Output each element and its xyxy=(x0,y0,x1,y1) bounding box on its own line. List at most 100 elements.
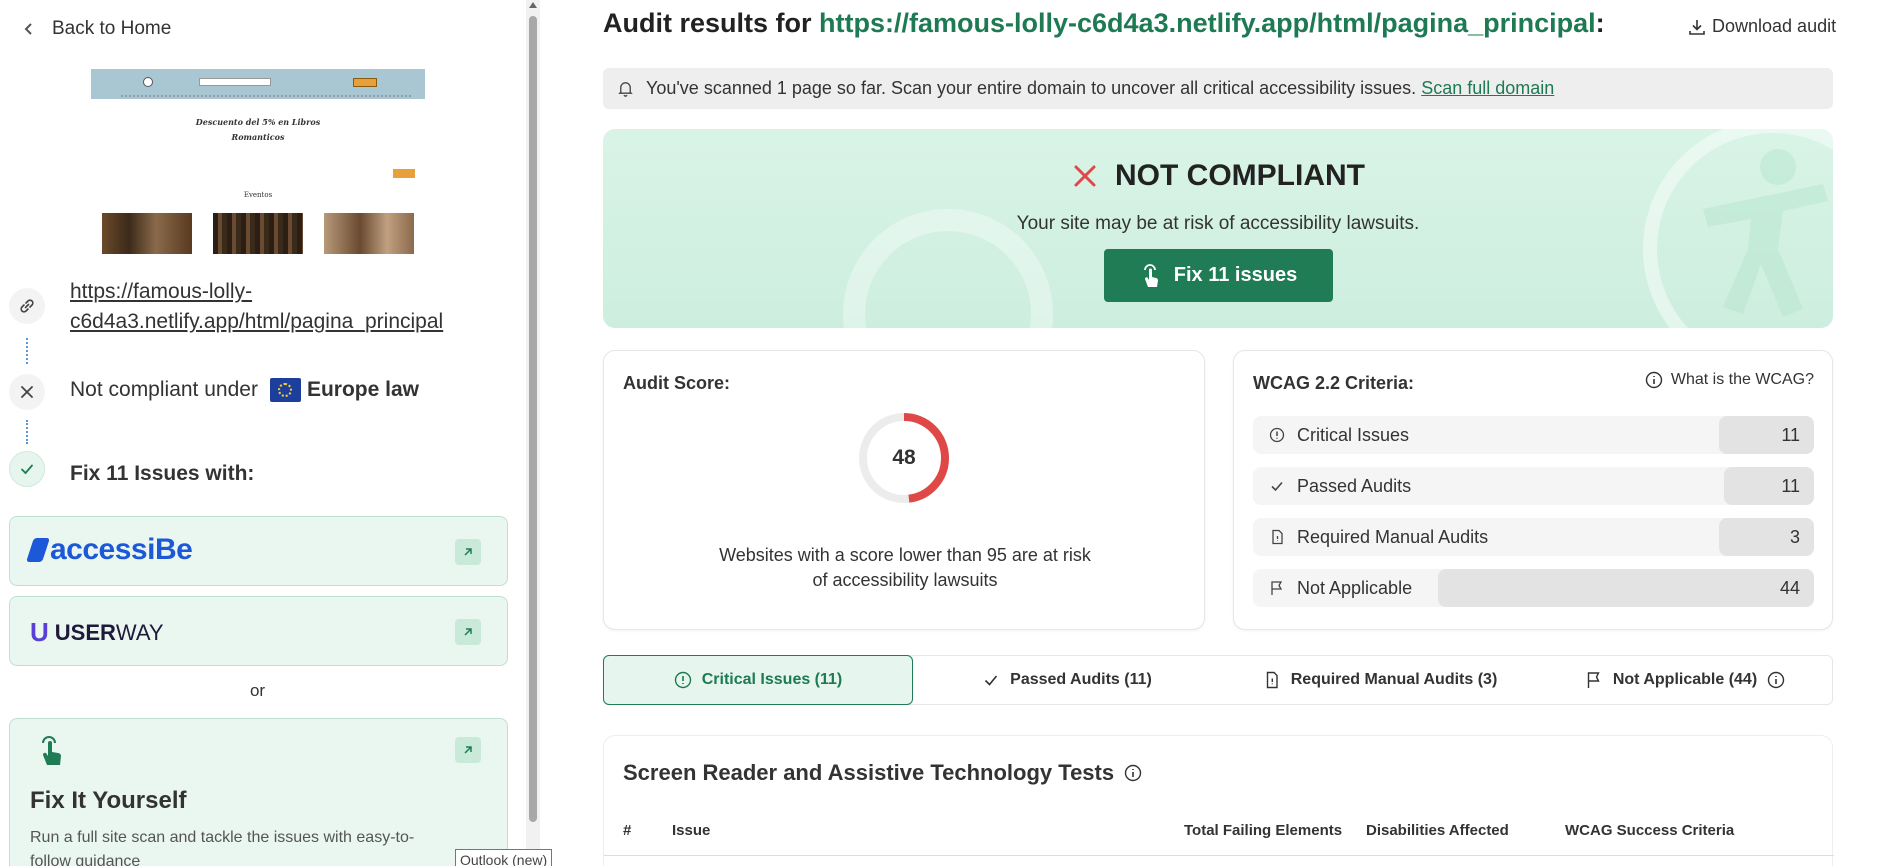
page-title: Audit results for https://famous-lolly-c… xyxy=(603,8,1605,39)
eu-flag-icon xyxy=(269,378,301,402)
step-connector xyxy=(26,420,28,444)
column-header-issue: Issue xyxy=(672,822,711,839)
scrollbar-thumb[interactable] xyxy=(529,16,537,822)
tab-required-manual-audits[interactable]: Required Manual Audits (3) xyxy=(1221,656,1539,704)
tab-critical-issues[interactable]: Critical Issues (11) xyxy=(603,655,913,705)
column-header-wcag-criteria: WCAG Success Criteria xyxy=(1565,822,1735,839)
chevron-left-icon xyxy=(24,23,32,35)
userway-logo: U USERWAY xyxy=(30,617,164,648)
userway-logo-text: USERWAY xyxy=(54,619,164,645)
info-icon[interactable] xyxy=(1767,671,1785,689)
info-icon xyxy=(1645,371,1663,389)
audit-score-card: Audit Score: 48 Websites with a score lo… xyxy=(603,350,1205,630)
column-header-failing-elements: Total Failing Elements xyxy=(1184,822,1343,839)
wcag-criteria-card: WCAG 2.2 Criteria: What is the WCAG? Cri… xyxy=(1233,350,1833,630)
download-audit-button[interactable]: Download audit xyxy=(1688,16,1836,37)
scroll-up-arrow-icon[interactable] xyxy=(529,2,537,8)
compliance-status: Not compliant under Europe law xyxy=(70,378,419,402)
flag-icon xyxy=(1271,581,1283,595)
site-url-link[interactable]: https://famous-lolly-c6d4a3.netlify.app/… xyxy=(70,277,510,337)
table-header-divider xyxy=(604,855,1834,856)
download-icon xyxy=(1689,19,1705,35)
info-icon[interactable] xyxy=(1124,764,1142,782)
score-text-line: Websites with a score lower than 95 are … xyxy=(719,545,1091,565)
thumbnail-image xyxy=(213,213,303,254)
scan-notice-banner: You've scanned 1 page so far. Scan your … xyxy=(603,68,1833,109)
tap-hand-icon xyxy=(42,736,61,765)
criteria-row-critical: Critical Issues 11 xyxy=(1253,416,1814,454)
thumbnail-header xyxy=(91,69,425,99)
thumbnail-nav xyxy=(121,95,411,98)
audit-score-value: 48 xyxy=(892,446,916,469)
external-link-icon[interactable] xyxy=(455,737,481,763)
what-is-wcag-label: What is the WCAG? xyxy=(1670,371,1814,388)
thumbnail-logo xyxy=(143,77,153,87)
criteria-count-bar: 11 xyxy=(1719,416,1814,454)
document-icon xyxy=(1266,671,1278,689)
tab-label: Passed Audits (11) xyxy=(1010,671,1152,688)
external-link-icon[interactable] xyxy=(455,539,481,565)
alert-circle-icon xyxy=(674,671,691,689)
tab-label: Required Manual Audits (3) xyxy=(1290,671,1498,688)
back-to-home-link[interactable]: Back to Home xyxy=(22,18,171,40)
section-title: Screen Reader and Assistive Technology T… xyxy=(623,760,1142,786)
column-header-number: # xyxy=(623,822,632,839)
scan-full-domain-link[interactable]: Scan full domain xyxy=(1421,78,1554,98)
title-prefix: Audit results for xyxy=(603,8,812,38)
thumbnail-button xyxy=(353,78,377,87)
site-thumbnail: Descuento del 5% en Libros Romanticos Eve… xyxy=(91,69,425,254)
thumbnail-section: Eventos xyxy=(243,191,273,199)
tab-label: Not Applicable (44) xyxy=(1612,671,1758,688)
external-link-icon[interactable] xyxy=(455,619,481,645)
criteria-count-bar: 3 xyxy=(1719,518,1814,556)
or-divider: or xyxy=(249,681,266,700)
criteria-count-bar: 44 xyxy=(1438,569,1814,607)
sidebar: Back to Home Descuento del 5% en Libros R… xyxy=(0,0,530,866)
tab-not-applicable[interactable]: Not Applicable (44) xyxy=(1539,656,1831,704)
close-icon xyxy=(1074,165,1096,187)
status-step-icon xyxy=(9,374,45,410)
back-label: Back to Home xyxy=(52,18,172,39)
tab-passed-audits[interactable]: Passed Audits (11) xyxy=(913,656,1221,704)
provider-card-accessibe[interactable]: accessiBe xyxy=(9,516,508,586)
title-suffix: : xyxy=(1595,8,1605,38)
taskbar-tooltip: Outlook (new) xyxy=(455,849,553,866)
compliance-status-text: NOT COMPLIANT xyxy=(1115,159,1365,192)
fix-it-yourself-description: Run a full site scan and tackle the issu… xyxy=(30,829,415,866)
document-icon xyxy=(1272,529,1283,545)
what-is-wcag-link[interactable]: What is the WCAG? xyxy=(1645,371,1814,389)
compliance-prefix: Not compliant under xyxy=(70,378,258,401)
accessibe-mark-icon xyxy=(26,538,50,562)
thumbnail-image xyxy=(102,213,192,254)
thumbnail-title-line1: Descuento del 5% en Libros xyxy=(195,117,321,127)
provider-card-userway[interactable]: U USERWAY xyxy=(9,596,508,666)
alert-circle-icon xyxy=(1269,427,1285,443)
notice-text: You've scanned 1 page so far. Scan your … xyxy=(646,78,1555,98)
bell-icon xyxy=(618,82,633,97)
compliance-hero: NOT COMPLIANT Your site may be at risk o… xyxy=(603,129,1833,328)
close-icon xyxy=(21,386,33,398)
criteria-row-not-applicable: Not Applicable 44 xyxy=(1253,569,1814,607)
link-step-icon xyxy=(9,288,45,324)
column-header-disabilities: Disabilities Affected xyxy=(1366,822,1509,839)
fix-issues-button[interactable]: Fix 11 issues xyxy=(1104,249,1333,302)
thumbnail-image xyxy=(324,213,414,254)
check-icon xyxy=(1271,481,1283,492)
criteria-row-passed: Passed Audits 11 xyxy=(1253,467,1814,505)
screen-reader-section: Screen Reader and Assistive Technology T… xyxy=(603,735,1834,866)
tap-hand-icon xyxy=(1143,263,1158,287)
thumbnail-title: Descuento del 5% en Libros Romanticos xyxy=(91,115,425,145)
wcag-criteria-title: WCAG 2.2 Criteria: xyxy=(1253,373,1415,393)
audit-score-description: Websites with a score lower than 95 are … xyxy=(604,543,1206,593)
step-connector xyxy=(26,338,28,364)
check-icon xyxy=(985,675,998,686)
thumbnail-search xyxy=(199,78,271,86)
compliance-law: Europe law xyxy=(306,378,419,401)
main-content: Audit results for https://famous-lolly-c… xyxy=(541,0,1879,866)
audit-score-title: Audit Score: xyxy=(623,373,731,393)
sidebar-scrollbar[interactable] xyxy=(526,0,540,866)
compliance-status-heading: NOT COMPLIANT xyxy=(603,159,1833,193)
score-text-line: of accessibility lawsuits xyxy=(812,570,998,590)
fix-it-yourself-card[interactable]: Fix It Yourself Run a full site scan and… xyxy=(9,718,508,866)
fix-with-heading: Fix 11 Issues with: xyxy=(70,462,255,485)
